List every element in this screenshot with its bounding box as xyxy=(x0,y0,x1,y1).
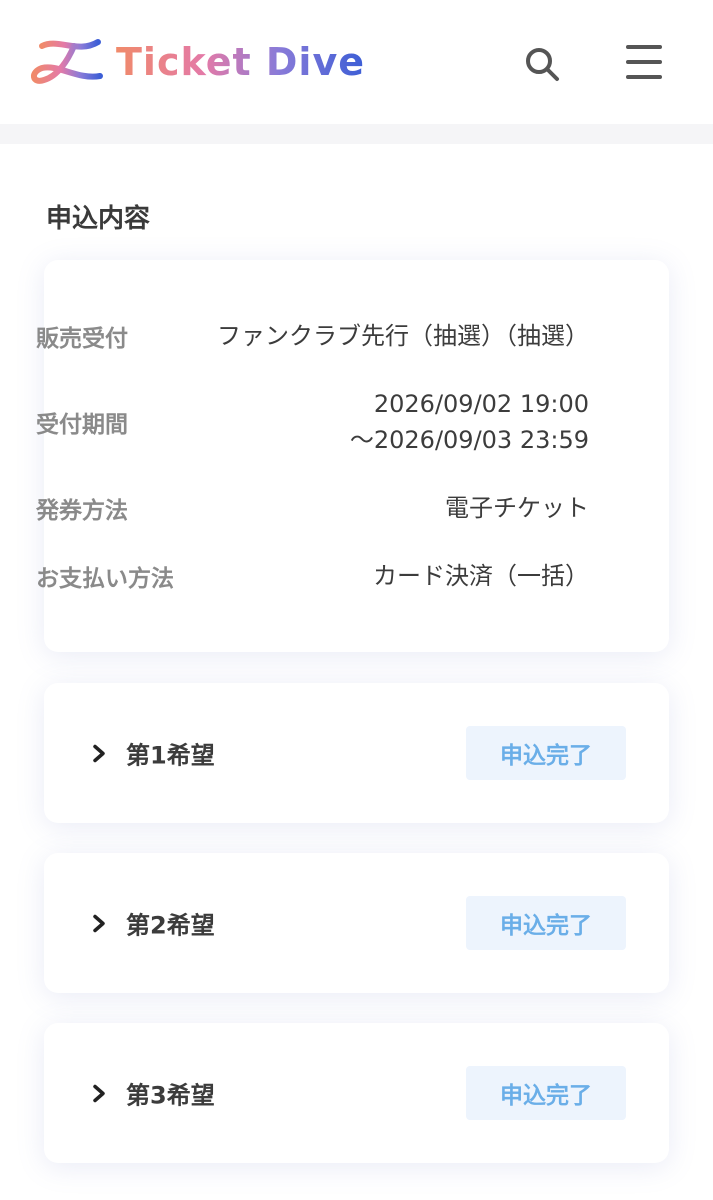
preference-label: 第3希望 xyxy=(126,1081,215,1110)
detail-value: 2026/09/02 19:00 ～2026/09/03 23:59 xyxy=(350,386,589,458)
preference-label: 第2希望 xyxy=(126,911,215,940)
detail-value: カード決済（一括） xyxy=(373,562,589,590)
preference-toggle[interactable]: 第1希望 xyxy=(90,736,215,771)
search-button[interactable] xyxy=(520,42,564,86)
status-badge: 申込完了 xyxy=(466,1066,626,1120)
detail-value: ファンクラブ先行（抽選）（抽選） xyxy=(217,322,589,350)
brand-logo[interactable]: Ticket Dive xyxy=(28,36,365,88)
brand-name: Ticket Dive xyxy=(116,40,366,84)
period-end: ～2026/09/03 23:59 xyxy=(349,426,589,454)
detail-label: お支払い方法 xyxy=(36,566,174,592)
preference-toggle[interactable]: 第2希望 xyxy=(90,906,215,941)
status-badge: 申込完了 xyxy=(466,726,626,780)
detail-row-payment: お支払い方法 カード決済（一括） xyxy=(36,558,589,594)
detail-label: 発券方法 xyxy=(36,498,128,524)
detail-label: 受付期間 xyxy=(36,412,128,438)
app-header: Ticket Dive xyxy=(0,0,713,124)
preference-card-3[interactable]: 第3希望 申込完了 xyxy=(44,1023,669,1163)
logo-icon xyxy=(31,39,103,84)
detail-row-period: 受付期間 2026/09/02 19:00 ～2026/09/03 23:59 xyxy=(36,386,589,458)
menu-button[interactable] xyxy=(622,40,666,84)
chevron-right-icon xyxy=(93,1084,105,1102)
header-divider xyxy=(0,124,713,144)
section-title: 申込内容 xyxy=(46,204,151,234)
detail-value: 電子チケット xyxy=(445,494,589,522)
chevron-right-icon xyxy=(93,744,105,762)
search-icon xyxy=(526,48,559,81)
chevron-right-icon xyxy=(93,914,105,932)
hamburger-menu-icon xyxy=(626,45,662,79)
detail-row-sales: 販売受付 ファンクラブ先行（抽選）（抽選） xyxy=(36,318,589,354)
period-start: 2026/09/02 19:00 xyxy=(373,390,589,418)
preference-card-2[interactable]: 第2希望 申込完了 xyxy=(44,853,669,993)
preference-card-1[interactable]: 第1希望 申込完了 xyxy=(44,683,669,823)
detail-row-ticketing: 発券方法 電子チケット xyxy=(36,490,589,526)
preference-label: 第1希望 xyxy=(126,741,215,770)
status-badge: 申込完了 xyxy=(466,896,626,950)
preference-toggle[interactable]: 第3希望 xyxy=(90,1076,215,1111)
detail-label: 販売受付 xyxy=(36,326,128,352)
